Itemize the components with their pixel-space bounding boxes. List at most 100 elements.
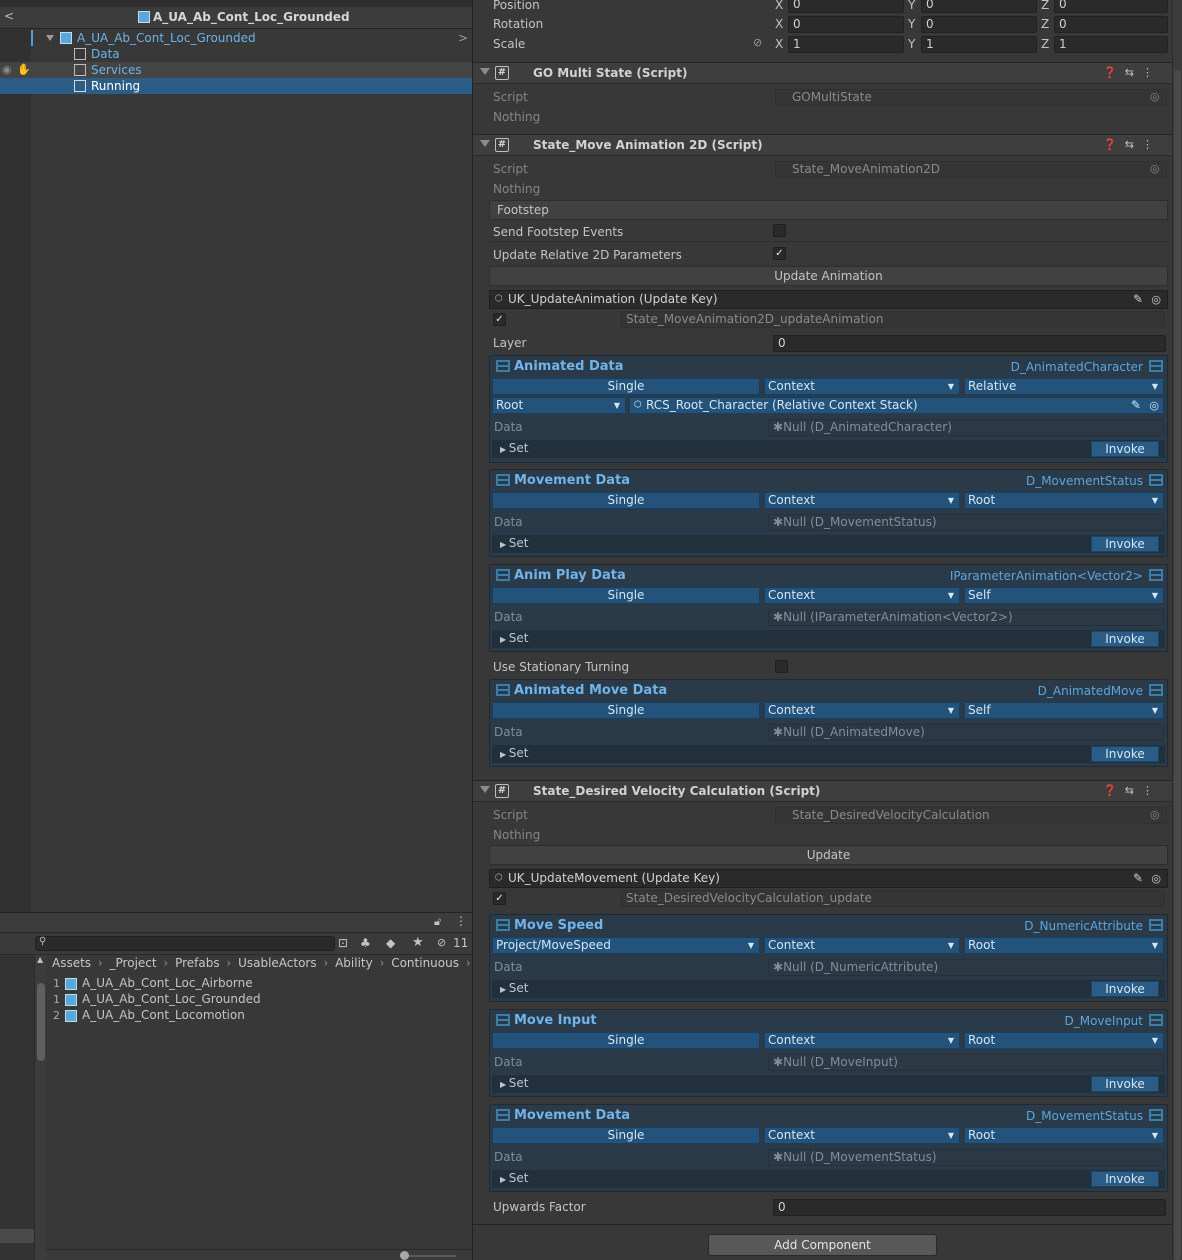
update-relative-checkbox[interactable]: ✓ — [773, 247, 786, 260]
foldout-arrow-icon[interactable] — [46, 35, 54, 41]
inspector-scrollbar[interactable] — [1172, 0, 1182, 1260]
foldout-arrow-icon[interactable] — [480, 786, 490, 793]
source-dropdown[interactable]: Context — [764, 378, 960, 395]
edit-pencil-icon[interactable]: ✎ — [1133, 870, 1143, 887]
breadcrumb-item[interactable]: UsableActors — [238, 956, 317, 970]
upwards-factor-field[interactable]: 0 — [773, 1199, 1166, 1216]
target-picker-icon[interactable]: ◎ — [1150, 808, 1160, 821]
project-file-row[interactable]: 2 A_UA_Ab_Cont_Locomotion — [48, 1008, 468, 1024]
scrollbar-thumb[interactable] — [37, 983, 45, 1061]
target-dropdown[interactable]: Root — [964, 1127, 1164, 1144]
set-foldout[interactable]: ▶ Set — [500, 746, 528, 760]
invoke-button[interactable]: Invoke — [1091, 536, 1159, 552]
icon-size-slider[interactable] — [402, 1255, 456, 1257]
scrollbar-thumb[interactable] — [1174, 70, 1181, 1260]
target-dropdown[interactable]: Relative — [964, 378, 1164, 395]
label-tag-icon[interactable]: ◆ — [386, 936, 395, 950]
set-foldout[interactable]: ▶ Set — [500, 536, 528, 550]
invoke-button[interactable]: Invoke — [1091, 441, 1159, 457]
search-by-type-icon[interactable]: ⊡ — [338, 936, 348, 950]
set-row[interactable]: ▶ Set Invoke — [492, 1170, 1165, 1188]
move-animation-header[interactable]: # State_Move Animation 2D (Script) ❓⇆⋮ — [473, 134, 1173, 156]
source-dropdown[interactable]: Context — [764, 1127, 960, 1144]
mode-button[interactable]: Single — [492, 492, 760, 509]
mode-button[interactable]: Single — [492, 702, 760, 719]
set-row[interactable]: ▶ Set Invoke — [492, 980, 1165, 998]
scale-x-field[interactable]: 1 — [788, 36, 904, 53]
hidden-packages-icon[interactable]: ⊘ — [437, 936, 446, 949]
target-picker-icon[interactable]: ◎ — [1149, 398, 1159, 413]
data-field[interactable]: ✱Null (D_MovementStatus) — [768, 514, 1164, 531]
scroll-up-icon[interactable]: ▲ — [37, 955, 43, 964]
project-search-input[interactable]: ⚲ — [35, 936, 335, 951]
target-dropdown[interactable]: Root — [964, 937, 1164, 954]
mode-dropdown[interactable]: Project/MoveSpeed — [492, 937, 760, 954]
hierarchy-row-running[interactable]: Running — [0, 78, 472, 94]
source-dropdown[interactable]: Context — [764, 587, 960, 604]
chevron-right-icon[interactable]: > — [458, 30, 468, 46]
source-dropdown[interactable]: Context — [764, 937, 960, 954]
set-foldout[interactable]: ▶ Set — [500, 631, 528, 645]
set-row[interactable]: ▶ Set Invoke — [492, 745, 1165, 763]
lock-icon[interactable]: 🔓︎ — [434, 915, 441, 929]
mode-button[interactable]: Single — [492, 1032, 760, 1049]
invoke-button[interactable]: Invoke — [1091, 1076, 1159, 1092]
target-dropdown[interactable]: Root — [964, 492, 1164, 509]
breadcrumb-item[interactable]: Assets — [52, 956, 91, 970]
target-dropdown[interactable]: Root — [964, 1032, 1164, 1049]
constrain-proportions-icon[interactable]: ⊘ — [753, 36, 762, 49]
update-animation-section[interactable]: Update Animation — [489, 266, 1168, 286]
mode-button[interactable]: Single — [492, 378, 760, 395]
component-header-icons[interactable]: ❓⇆⋮ — [1103, 784, 1161, 797]
layer-field[interactable]: 0 — [773, 335, 1166, 352]
target-dropdown[interactable]: Self — [964, 587, 1164, 604]
edit-pencil-icon[interactable]: ✎ — [1133, 291, 1143, 308]
slider-handle[interactable] — [400, 1251, 409, 1260]
data-field[interactable]: ✱Null (D_AnimatedMove) — [768, 724, 1164, 741]
back-icon[interactable]: < — [4, 9, 14, 23]
rotation-x-field[interactable]: 0 — [788, 16, 904, 33]
foldout-arrow-icon[interactable] — [480, 68, 490, 75]
mode-button[interactable]: Single — [492, 1127, 760, 1144]
update-key-field[interactable]: ⬡ UK_UpdateMovement (Update Key) ✎ ◎ — [489, 869, 1168, 888]
source-dropdown[interactable]: Context — [764, 702, 960, 719]
breadcrumb-item[interactable]: Continuous — [391, 956, 459, 970]
mode-button[interactable]: Single — [492, 587, 760, 604]
desired-velocity-header[interactable]: # State_Desired Velocity Calculation (Sc… — [473, 780, 1173, 802]
breadcrumb-item[interactable]: Ability — [335, 956, 373, 970]
project-scrollbar[interactable]: ▲ — [34, 955, 46, 1260]
project-file-row[interactable]: 1 A_UA_Ab_Cont_Loc_Airborne — [48, 976, 468, 992]
add-component-button[interactable]: Add Component — [708, 1234, 937, 1256]
rotation-z-field[interactable]: 0 — [1054, 16, 1168, 33]
hierarchy-row-root[interactable]: A_UA_Ab_Cont_Loc_Grounded > — [0, 30, 472, 46]
pickable-hand-icon[interactable]: ✋ — [17, 62, 31, 78]
breadcrumb-item[interactable]: Prefabs — [175, 956, 220, 970]
multi-state-header[interactable]: # GO Multi State (Script) ❓⇆⋮ — [473, 62, 1173, 84]
data-field[interactable]: ✱Null (IParameterAnimation<Vector2>) — [768, 609, 1164, 626]
hierarchy-row-data[interactable]: Data — [0, 46, 472, 62]
position-x-field[interactable]: 0 — [788, 0, 904, 13]
more-menu-icon[interactable]: ⋮ — [455, 914, 467, 928]
invoke-button[interactable]: Invoke — [1091, 1171, 1159, 1187]
set-foldout[interactable]: ▶ Set — [500, 1076, 528, 1090]
root-dropdown[interactable]: Root — [492, 397, 626, 414]
edit-pencil-icon[interactable]: ✎ — [1131, 398, 1141, 413]
send-footstep-checkbox[interactable] — [773, 224, 786, 237]
source-dropdown[interactable]: Context — [764, 1032, 960, 1049]
target-picker-icon[interactable]: ◎ — [1151, 870, 1161, 887]
invoke-button[interactable]: Invoke — [1091, 746, 1159, 762]
position-z-field[interactable]: 0 — [1054, 0, 1168, 13]
set-row[interactable]: ▶ Set Invoke — [492, 630, 1165, 648]
foldout-arrow-icon[interactable] — [480, 140, 490, 147]
scale-z-field[interactable]: 1 — [1054, 36, 1168, 53]
set-foldout[interactable]: ▶ Set — [500, 981, 528, 995]
filter-type-icon[interactable]: ♣ — [360, 936, 371, 950]
data-field[interactable]: ✱Null (D_NumericAttribute) — [768, 959, 1164, 976]
set-foldout[interactable]: ▶ Set — [500, 1171, 528, 1185]
hierarchy-row-services[interactable]: ◉ ✋ Services — [0, 62, 472, 78]
breadcrumb-item[interactable]: _Project — [110, 956, 157, 970]
target-dropdown[interactable]: Self — [964, 702, 1164, 719]
update-method-checkbox[interactable]: ✓ — [493, 892, 506, 905]
set-row[interactable]: ▶ Set Invoke — [492, 440, 1165, 458]
use-stationary-checkbox[interactable] — [775, 660, 788, 673]
